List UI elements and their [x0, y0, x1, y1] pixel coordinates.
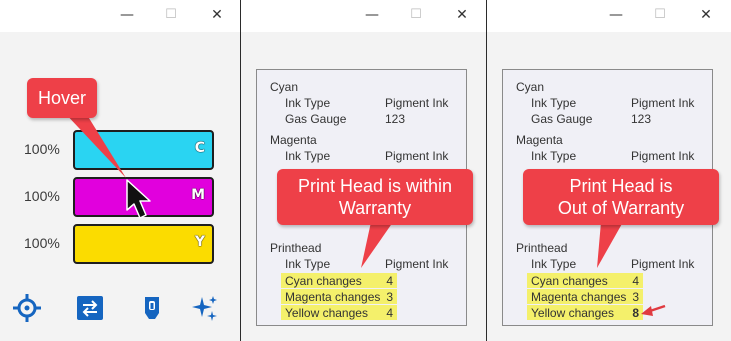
- callout-line-2: Out of Warranty: [557, 198, 685, 218]
- cyan-ink-bar[interactable]: C: [73, 130, 214, 170]
- title-bar: — ☐ ✕: [241, 0, 486, 32]
- close-button[interactable]: ✕: [205, 4, 229, 26]
- callout-line-1: Print Head is: [569, 176, 673, 196]
- cyan-gauge-value: 123: [385, 112, 406, 126]
- printhead-out-of-warranty-window: — ☐ ✕ Cyan Ink Type Pigment Ink Gas Gaug…: [487, 0, 731, 341]
- yellow-ink-bar[interactable]: Y: [73, 224, 214, 264]
- minimize-button[interactable]: —: [604, 4, 628, 26]
- printhead-ink-type-label: Ink Type: [285, 257, 331, 271]
- ink-levels-window: — ☐ ✕ 100% C 100% M 100% Y Hover: [0, 0, 241, 341]
- magenta-ink-type-value: Pigment Ink: [631, 149, 695, 163]
- changes-value: 4: [386, 274, 393, 288]
- yellow-level-percent: 100%: [24, 235, 60, 251]
- cyan-changes-row: Cyan changes 4: [281, 273, 397, 288]
- cyan-changes-row: Cyan changes 4: [527, 273, 643, 288]
- yellow-changes-row: Yellow changes 4: [281, 305, 397, 320]
- callout-line-1: Print Head is within: [297, 176, 453, 196]
- callout-line-2: Warranty: [338, 198, 412, 218]
- cyan-ink-type-value: Pigment Ink: [631, 96, 695, 110]
- cyan-section-title: Cyan: [270, 80, 299, 94]
- cyan-gauge-value: 123: [631, 112, 652, 126]
- close-button[interactable]: ✕: [450, 4, 474, 26]
- cartridge-icon[interactable]: [137, 293, 167, 323]
- printhead-within-warranty-window: — ☐ ✕ Cyan Ink Type Pigment Ink Gas Gaug…: [241, 0, 487, 341]
- close-button[interactable]: ✕: [694, 4, 718, 26]
- hover-callout-pointer: [62, 110, 126, 178]
- title-bar: — ☐ ✕: [487, 0, 731, 32]
- cyan-gauge-label: Gas Gauge: [531, 112, 593, 126]
- changes-label: Magenta changes: [285, 290, 381, 304]
- magenta-ink-type-label: Ink Type: [285, 149, 331, 163]
- printhead-ink-type-value: Pigment Ink: [385, 257, 449, 271]
- hover-callout: Hover: [27, 78, 97, 118]
- changes-label: Cyan changes: [285, 274, 362, 288]
- magenta-level-percent: 100%: [24, 188, 60, 204]
- cyan-level-percent: 100%: [24, 141, 60, 157]
- maximize-button[interactable]: ☐: [648, 4, 672, 26]
- maximize-button[interactable]: ☐: [159, 4, 183, 26]
- magenta-ink-type-label: Ink Type: [531, 149, 577, 163]
- magenta-letter: M: [191, 187, 205, 203]
- yellow-changes-row: Yellow changes 8: [527, 305, 643, 320]
- printhead-ink-type-value: Pigment Ink: [631, 257, 695, 271]
- mouse-cursor-icon: [126, 179, 151, 219]
- magenta-changes-row: Magenta changes 3: [281, 289, 397, 304]
- changes-label: Yellow changes: [285, 306, 368, 320]
- out-of-warranty-callout: Print Head is Out of Warranty: [523, 169, 719, 225]
- magenta-section-title: Magenta: [516, 133, 563, 147]
- cyan-gauge-label: Gas Gauge: [285, 112, 347, 126]
- cyan-section-title: Cyan: [516, 80, 545, 94]
- changes-label: Magenta changes: [531, 290, 627, 304]
- changes-value: 4: [632, 274, 639, 288]
- magenta-changes-row: Magenta changes 3: [527, 289, 643, 304]
- cyan-ink-type-value: Pigment Ink: [385, 96, 449, 110]
- swap-icon[interactable]: [75, 293, 105, 323]
- cyan-ink-type-label: Ink Type: [531, 96, 577, 110]
- minimize-button[interactable]: —: [115, 4, 139, 26]
- changes-label: Yellow changes: [531, 306, 614, 320]
- sparkle-icon[interactable]: [190, 293, 220, 323]
- changes-value: 8: [632, 306, 639, 320]
- printhead-ink-type-label: Ink Type: [531, 257, 577, 271]
- magenta-section-title: Magenta: [270, 133, 317, 147]
- printhead-section-title: Printhead: [516, 241, 568, 255]
- crosshair-icon[interactable]: [12, 293, 42, 323]
- yellow-letter: Y: [194, 234, 205, 250]
- changes-value: 3: [632, 290, 639, 304]
- within-warranty-callout: Print Head is within Warranty: [277, 169, 473, 225]
- magenta-ink-type-value: Pigment Ink: [385, 149, 449, 163]
- cyan-letter: C: [194, 140, 205, 156]
- changes-value: 4: [386, 306, 393, 320]
- printhead-section-title: Printhead: [270, 241, 322, 255]
- minimize-button[interactable]: —: [360, 4, 384, 26]
- changes-label: Cyan changes: [531, 274, 608, 288]
- cyan-ink-type-label: Ink Type: [285, 96, 331, 110]
- changes-value: 3: [386, 290, 393, 304]
- title-bar: — ☐ ✕: [0, 0, 240, 32]
- maximize-button[interactable]: ☐: [404, 4, 428, 26]
